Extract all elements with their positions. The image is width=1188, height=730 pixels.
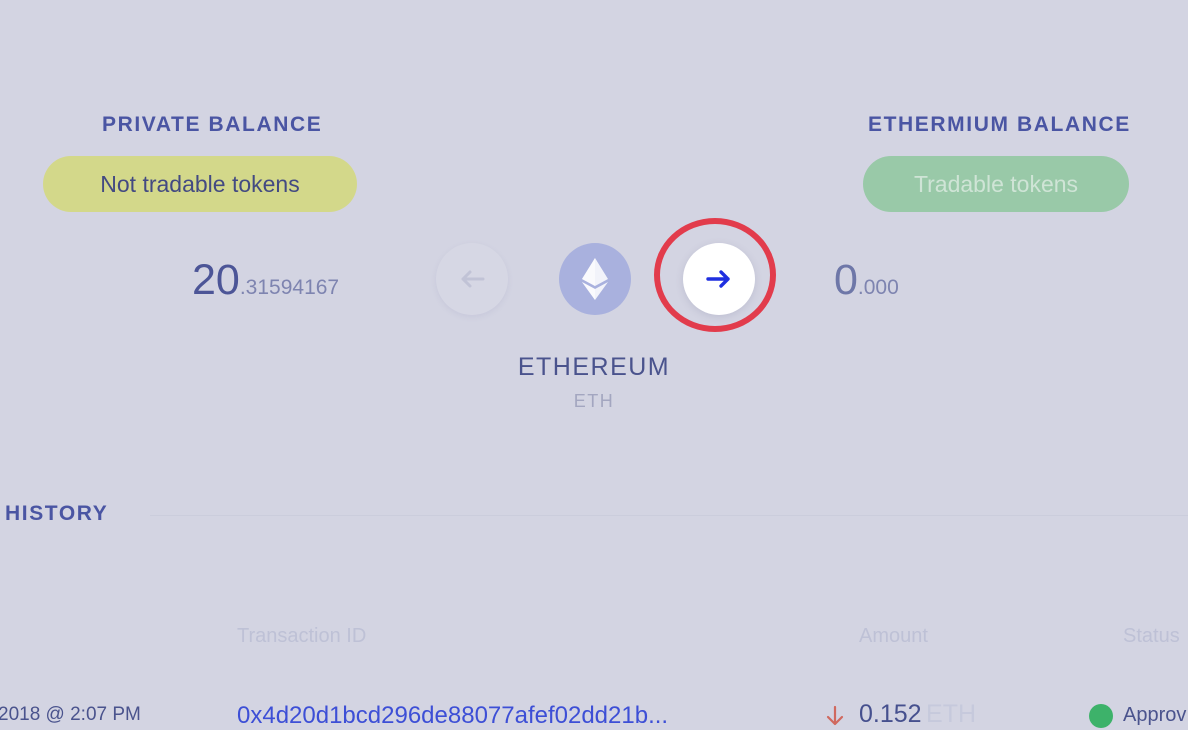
private-balance-amount: 20.31594167: [192, 259, 339, 302]
transaction-amount: 0.152 ETH: [859, 700, 976, 729]
withdraw-button[interactable]: [436, 243, 508, 315]
asset-name: ETHEREUM: [517, 353, 671, 381]
transaction-status: Approv: [1123, 704, 1187, 726]
transaction-date: 2018 @ 2:07 PM: [0, 704, 141, 725]
history-divider: [150, 515, 1188, 516]
arrow-down-icon: [826, 705, 844, 726]
transaction-id-link[interactable]: 0x4d20d1bcd296de88077afef02dd21b...: [237, 702, 668, 730]
arrow-left-icon: [461, 270, 485, 288]
asset-symbol: ETH: [573, 391, 615, 411]
status-dot: [1089, 704, 1113, 728]
ethermium-balance-amount: 0.000: [834, 259, 899, 302]
ethermium-balance-heading: ETHERMIUM BALANCE: [868, 113, 1131, 136]
private-balance-heading: PRIVATE BALANCE: [102, 113, 323, 136]
ethermium-balance-decimal: .000: [857, 276, 899, 299]
amount-value: 0.152: [859, 700, 922, 728]
tradable-badge: Tradable tokens: [863, 156, 1129, 212]
column-header-amount[interactable]: Amount: [859, 625, 928, 648]
column-header-status[interactable]: Status: [1123, 625, 1180, 648]
private-balance-decimal: .31594167: [239, 276, 340, 299]
amount-unit: ETH: [926, 700, 977, 728]
ethermium-balance-integer: 0: [834, 256, 858, 304]
column-header-transaction-id[interactable]: Transaction ID: [237, 625, 366, 648]
not-tradable-badge: Not tradable tokens: [43, 156, 357, 212]
highlight-ring: [654, 218, 776, 332]
table-row: 2018 @ 2:07 PM 0x4d20d1bcd296de88077afef…: [0, 695, 1188, 730]
history-heading: HISTORY: [5, 502, 109, 525]
private-balance-integer: 20: [192, 256, 240, 304]
ethereum-icon: [559, 243, 631, 315]
